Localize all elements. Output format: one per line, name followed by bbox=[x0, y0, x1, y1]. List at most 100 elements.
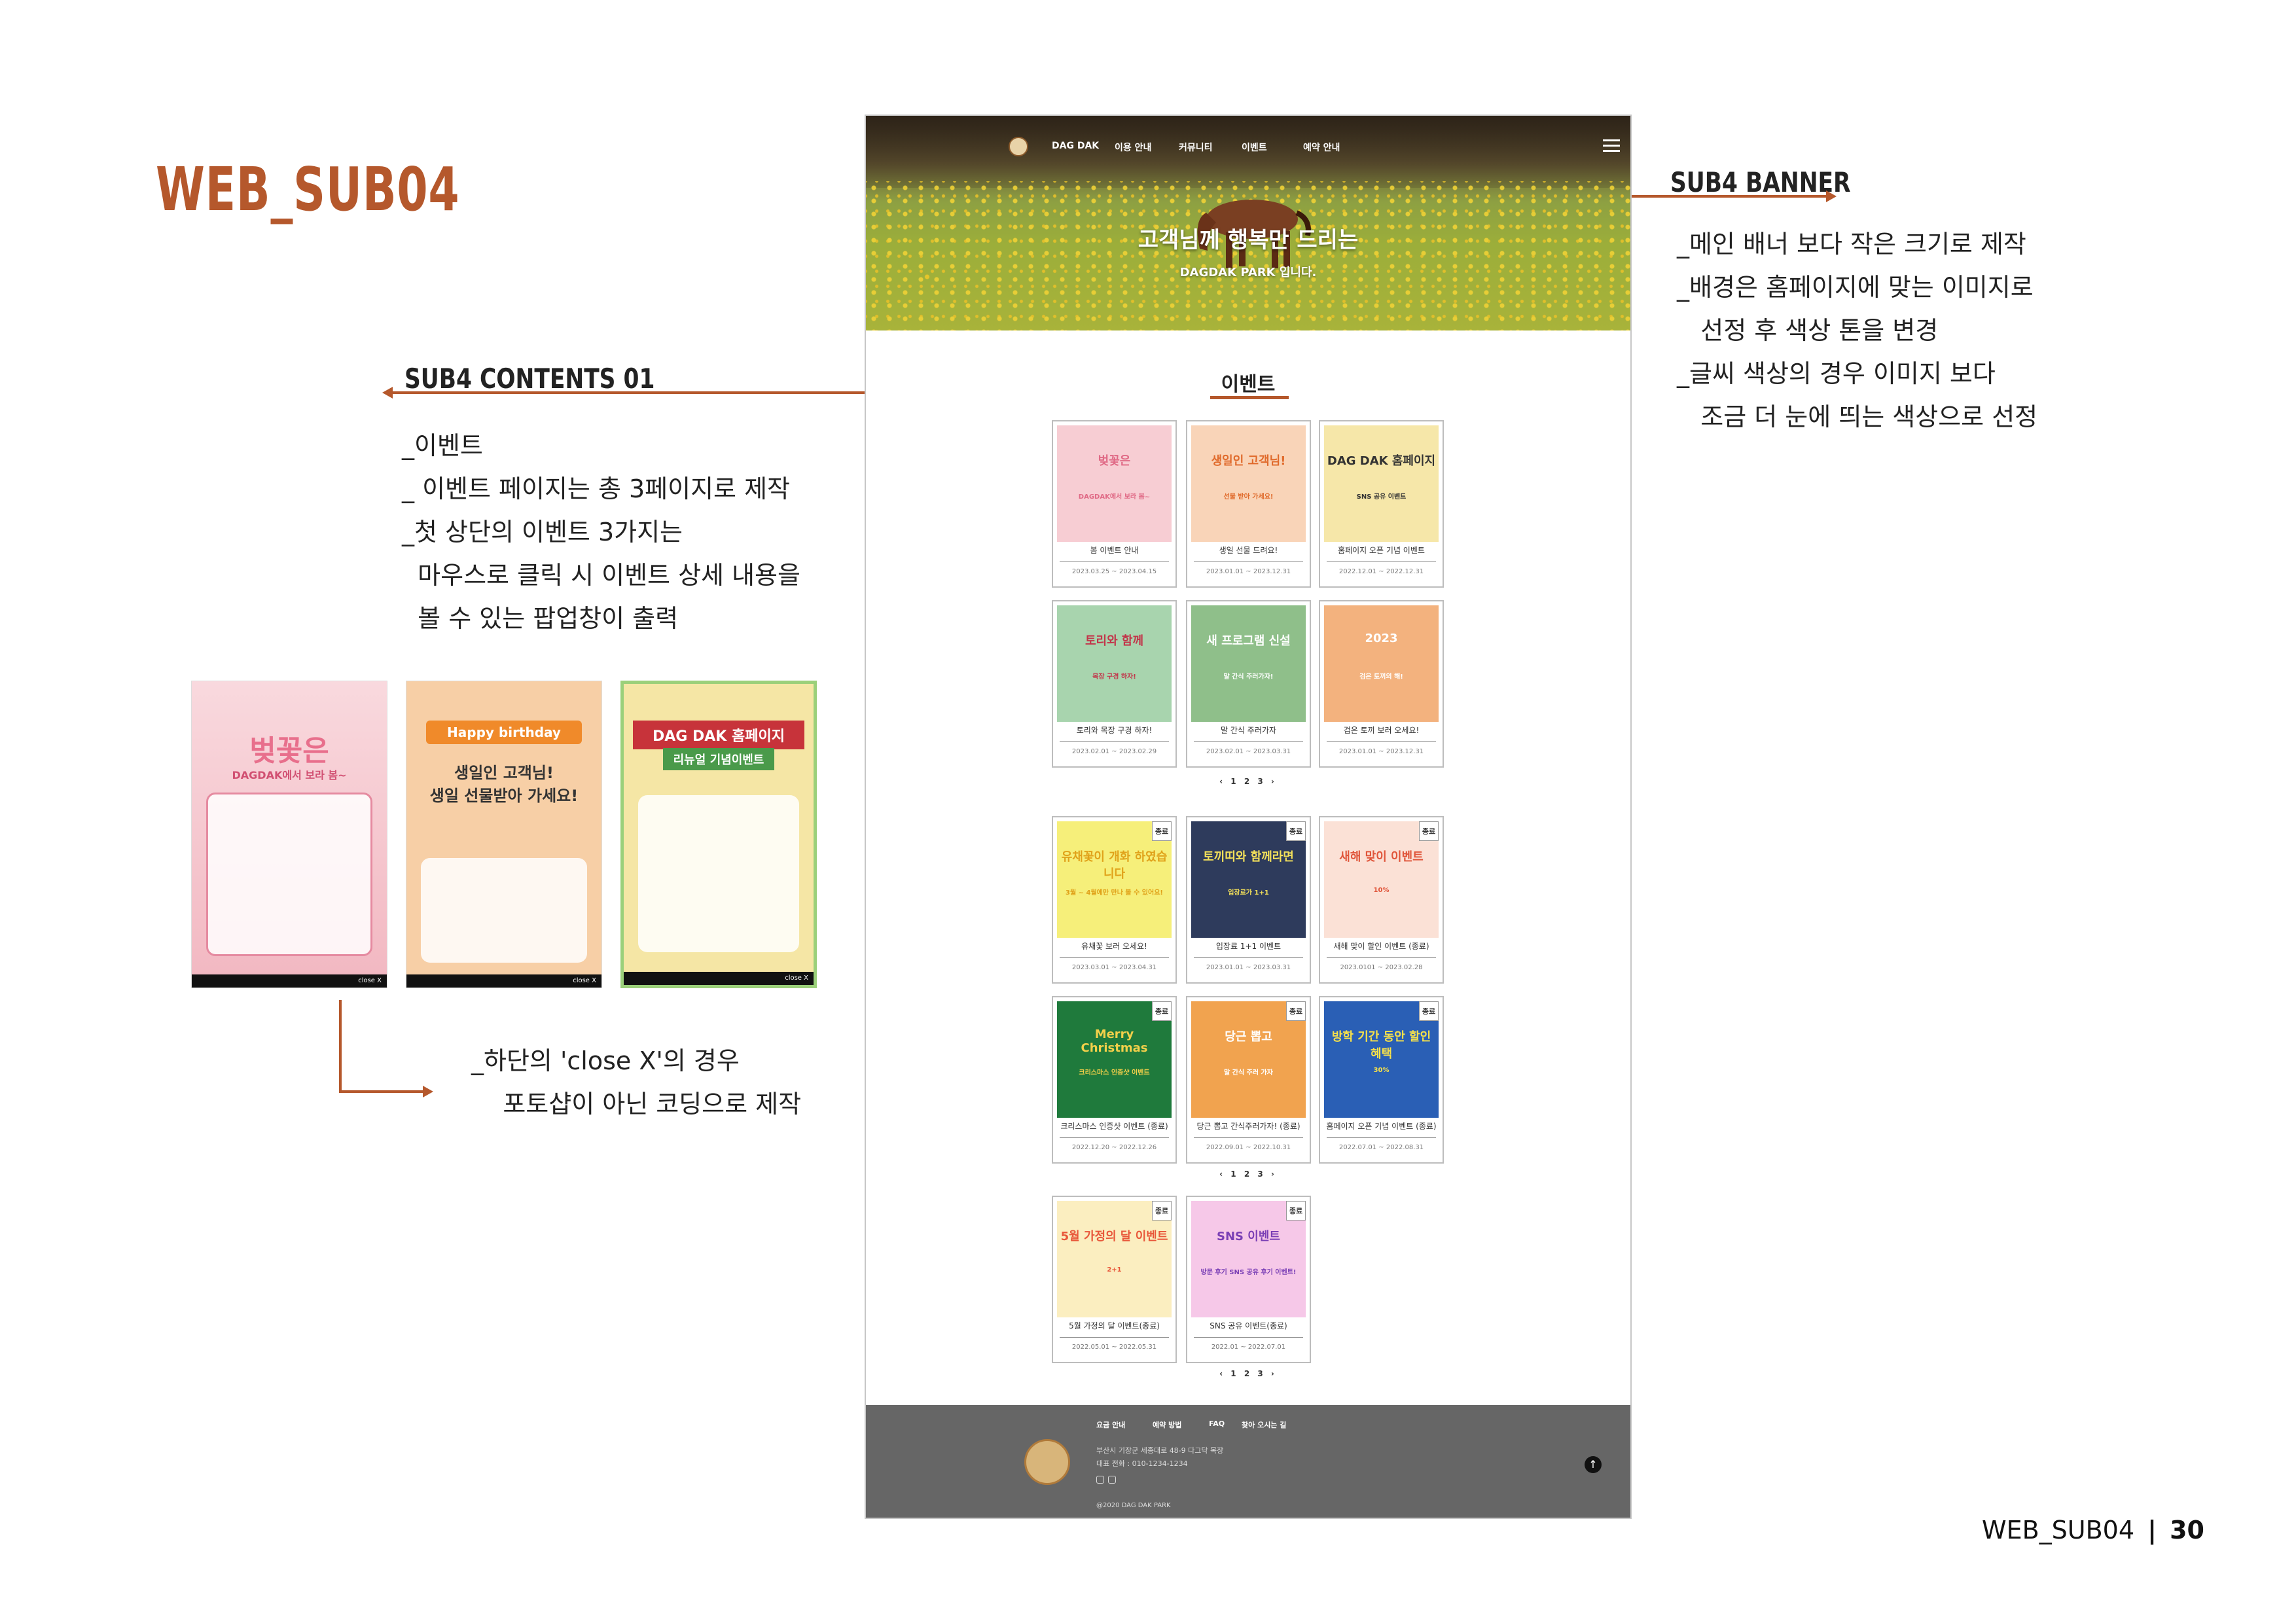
popup-birthday: Happy birthday 생일인 고객님! 생일 선물받아 가세요! clo… bbox=[406, 681, 602, 988]
event-card[interactable]: 5월 가정의 달 이벤트 2+1 종료 5월 가정의 달 이벤트(종료) 202… bbox=[1052, 1196, 1177, 1363]
event-card-headline: 벚꽃은 bbox=[1098, 454, 1131, 468]
scroll-top-arrow-icon[interactable]: ↑ bbox=[1585, 1456, 1602, 1473]
popup-subtitle: 생일인 고객님! 생일 선물받아 가세요! bbox=[429, 764, 579, 805]
footer-link-faq[interactable]: FAQ bbox=[1209, 1419, 1225, 1428]
event-card-date: 2022.05.01 ~ 2022.05.31 bbox=[1071, 1344, 1157, 1351]
event-card-headline: 2023 bbox=[1365, 632, 1398, 645]
close-arrow-icon bbox=[423, 1086, 433, 1097]
popup-subtitle: 리뉴얼 기념이벤트 bbox=[663, 748, 774, 770]
event-card-subline: 10% bbox=[1373, 887, 1390, 894]
popup-title: 벚꽃은 bbox=[249, 734, 329, 768]
event-card[interactable]: 생일인 고객님! 선물 받아 가세요! 생일 선물 드려요! 2023.01.0… bbox=[1186, 420, 1311, 588]
nav-item-dagdak[interactable]: DAG DAK bbox=[1052, 141, 1099, 151]
event-card-subline: SNS 공유 이벤트 bbox=[1356, 493, 1407, 501]
event-card[interactable]: SNS 이벤트 방문 후기 SNS 공유 후기 이벤트! 종료 SNS 공유 이… bbox=[1186, 1196, 1311, 1363]
event-card[interactable]: Merry Christmas 크리스마스 인증샷 이벤트 종료 크리스마스 인… bbox=[1052, 996, 1177, 1164]
event-card-date: 2023.02.01 ~ 2023.03.31 bbox=[1206, 748, 1291, 755]
popup-detail-box bbox=[421, 858, 587, 963]
event-card-headline: 방학 기간 동안 할인혜택 bbox=[1331, 1030, 1431, 1061]
hamburger-menu-icon[interactable] bbox=[1603, 139, 1620, 152]
event-card[interactable]: 토끼띠와 함께라면 입장료가 1+1 종료 입장료 1+1 이벤트 2023.0… bbox=[1186, 816, 1311, 984]
event-card[interactable]: 벚꽃은 DAGDAK에서 보라 봄~ 봄 이벤트 안내 2023.03.25 ~… bbox=[1052, 420, 1177, 588]
event-card[interactable]: 유채꽃이 개화 하였습니다 3월 ~ 4월에만 만나 볼 수 있어요! 종료 유… bbox=[1052, 816, 1177, 984]
nav-item-community[interactable]: 커뮤니티 bbox=[1179, 141, 1213, 154]
contents-leader-line bbox=[391, 391, 884, 394]
footer-link-fee[interactable]: 요금 안내 bbox=[1096, 1419, 1125, 1430]
logo-icon[interactable] bbox=[1009, 137, 1028, 156]
banner-title: 고객님께 행복만 드리는 bbox=[1138, 227, 1359, 253]
popup-close-bar[interactable]: close X bbox=[192, 974, 387, 988]
event-card-image[interactable]: 당근 뽑고 말 간식 주러 가자 종료 bbox=[1191, 1001, 1306, 1118]
event-card-image[interactable]: 벚꽃은 DAGDAK에서 보라 봄~ bbox=[1057, 425, 1172, 542]
event-card-image[interactable]: SNS 이벤트 방문 후기 SNS 공유 후기 이벤트! 종료 bbox=[1191, 1201, 1306, 1317]
event-card-title[interactable]: 홈페이지 오픈 기념 이벤트 (종료) bbox=[1324, 1120, 1439, 1132]
event-card-image[interactable]: 생일인 고객님! 선물 받아 가세요! bbox=[1191, 425, 1306, 542]
event-card[interactable]: 2023 검은 토끼의 해! 검은 토끼 보러 오세요! 2023.01.01 … bbox=[1319, 600, 1444, 768]
event-card-subline: 말 간식 주러 가자 bbox=[1224, 1069, 1273, 1077]
instagram-icon[interactable] bbox=[1096, 1476, 1104, 1484]
popup-detail-box bbox=[638, 795, 799, 952]
event-card-headline: 유채꽃이 개화 하였습니다 bbox=[1061, 850, 1168, 881]
youtube-icon[interactable] bbox=[1108, 1476, 1116, 1484]
event-card-title[interactable]: 검은 토끼 보러 오세요! bbox=[1324, 724, 1439, 736]
footer-address: 부산시 기장군 세종대로 48-9 다그닥 목장 대표 전화 : 010-123… bbox=[1096, 1446, 1224, 1468]
top-navigation: DAG DAK 이용 안내 커뮤니티 이벤트 예약 안내 bbox=[866, 134, 1630, 160]
pagination-2[interactable]: ‹ 1 2 3 › bbox=[866, 1169, 1630, 1179]
nav-item-event[interactable]: 이벤트 bbox=[1242, 141, 1267, 154]
pagination-3[interactable]: ‹ 1 2 3 › bbox=[866, 1369, 1630, 1378]
pagination-1[interactable]: ‹ 1 2 3 › bbox=[866, 777, 1630, 786]
event-card-title[interactable]: 유채꽃 보러 오세요! bbox=[1057, 940, 1172, 952]
event-card-date: 2022.12.01 ~ 2022.12.31 bbox=[1338, 568, 1424, 575]
event-card-image[interactable]: DAG DAK 홈페이지 SNS 공유 이벤트 bbox=[1324, 425, 1439, 542]
event-card-title[interactable]: 홈페이지 오픈 기념 이벤트 bbox=[1324, 544, 1439, 556]
event-card-image[interactable]: 5월 가정의 달 이벤트 2+1 종료 bbox=[1057, 1201, 1172, 1317]
event-card-date: 2023.02.01 ~ 2023.02.29 bbox=[1071, 748, 1157, 755]
event-card-subline: 말 간식 주러가자! bbox=[1223, 673, 1274, 681]
banner-label: SUB4 BANNER bbox=[1670, 166, 1851, 198]
contents-label: SUB4 CONTENTS 01 bbox=[404, 363, 655, 395]
event-card-headline: 생일인 고객님! bbox=[1211, 454, 1286, 468]
event-card[interactable]: 새해 맞이 이벤트 10% 종료 새해 맞이 할인 이벤트 (종료) 2023.… bbox=[1319, 816, 1444, 984]
event-card-subline: 목장 구경 하자! bbox=[1092, 673, 1136, 681]
ended-badge: 종료 bbox=[1152, 1001, 1172, 1021]
event-card-title[interactable]: 크리스마스 인증샷 이벤트 (종료) bbox=[1057, 1120, 1172, 1132]
event-card[interactable]: 방학 기간 동안 할인혜택 30% 종료 홈페이지 오픈 기념 이벤트 (종료)… bbox=[1319, 996, 1444, 1164]
event-card[interactable]: 당근 뽑고 말 간식 주러 가자 종료 당근 뽑고 간식주러가자! (종료) 2… bbox=[1186, 996, 1311, 1164]
nav-item-guide[interactable]: 이용 안내 bbox=[1115, 141, 1151, 154]
popup-renewal: DAG DAK 홈페이지 리뉴얼 기념이벤트 close X bbox=[620, 681, 817, 988]
event-card-subline: 30% bbox=[1373, 1067, 1390, 1074]
close-note: _하단의 'close X'의 경우 포토샵이 아닌 코딩으로 제작 bbox=[471, 1046, 802, 1118]
event-card-title[interactable]: 새해 맞이 할인 이벤트 (종료) bbox=[1324, 940, 1439, 952]
banner-arrow-icon bbox=[1826, 190, 1837, 202]
event-card-title[interactable]: 5월 가정의 달 이벤트(종료) bbox=[1057, 1320, 1172, 1331]
event-card[interactable]: 토리와 함께 목장 구경 하자! 토리와 목장 구경 하자! 2023.02.0… bbox=[1052, 600, 1177, 768]
ended-badge: 종료 bbox=[1152, 821, 1172, 841]
event-card-date: 2022.09.01 ~ 2022.10.31 bbox=[1206, 1144, 1291, 1151]
event-card-title[interactable]: 토리와 목장 구경 하자! bbox=[1057, 724, 1172, 736]
popup-close-bar[interactable]: close X bbox=[624, 972, 814, 985]
event-card-title[interactable]: 입장료 1+1 이벤트 bbox=[1191, 940, 1306, 952]
ended-badge: 종료 bbox=[1286, 1001, 1306, 1021]
event-card-image[interactable]: Merry Christmas 크리스마스 인증샷 이벤트 종료 bbox=[1057, 1001, 1172, 1118]
event-card-image[interactable]: 2023 검은 토끼의 해! bbox=[1324, 605, 1439, 722]
event-card-title[interactable]: 말 간식 주러가자 bbox=[1191, 724, 1306, 736]
event-card[interactable]: DAG DAK 홈페이지 SNS 공유 이벤트 홈페이지 오픈 기념 이벤트 2… bbox=[1319, 420, 1444, 588]
event-card-image[interactable]: 새 프로그램 신설 말 간식 주러가자! bbox=[1191, 605, 1306, 722]
event-card[interactable]: 새 프로그램 신설 말 간식 주러가자! 말 간식 주러가자 2023.02.0… bbox=[1186, 600, 1311, 768]
event-card-title[interactable]: SNS 공유 이벤트(종료) bbox=[1191, 1320, 1306, 1331]
event-card-image[interactable]: 유채꽃이 개화 하였습니다 3월 ~ 4월에만 만나 볼 수 있어요! 종료 bbox=[1057, 821, 1172, 938]
event-card-image[interactable]: 방학 기간 동안 할인혜택 30% 종료 bbox=[1324, 1001, 1439, 1118]
footer-link-howto[interactable]: 예약 방법 bbox=[1153, 1419, 1181, 1430]
event-card-title[interactable]: 봄 이벤트 안내 bbox=[1057, 544, 1172, 556]
event-card-image[interactable]: 토끼띠와 함께라면 입장료가 1+1 종료 bbox=[1191, 821, 1306, 938]
nav-item-reservation[interactable]: 예약 안내 bbox=[1303, 141, 1340, 154]
event-card-title[interactable]: 생일 선물 드려요! bbox=[1191, 544, 1306, 556]
footer-link-directions[interactable]: 찾아 오시는 길 bbox=[1242, 1419, 1286, 1430]
event-card-divider bbox=[1194, 741, 1303, 742]
event-card-subline: 크리스마스 인증샷 이벤트 bbox=[1079, 1069, 1150, 1077]
event-card-image[interactable]: 새해 맞이 이벤트 10% 종료 bbox=[1324, 821, 1439, 938]
popup-close-bar[interactable]: close X bbox=[406, 974, 601, 988]
banner-leader-line bbox=[1632, 195, 1828, 198]
event-card-image[interactable]: 토리와 함께 목장 구경 하자! bbox=[1057, 605, 1172, 722]
event-card-title[interactable]: 당근 뽑고 간식주러가자! (종료) bbox=[1191, 1120, 1306, 1132]
